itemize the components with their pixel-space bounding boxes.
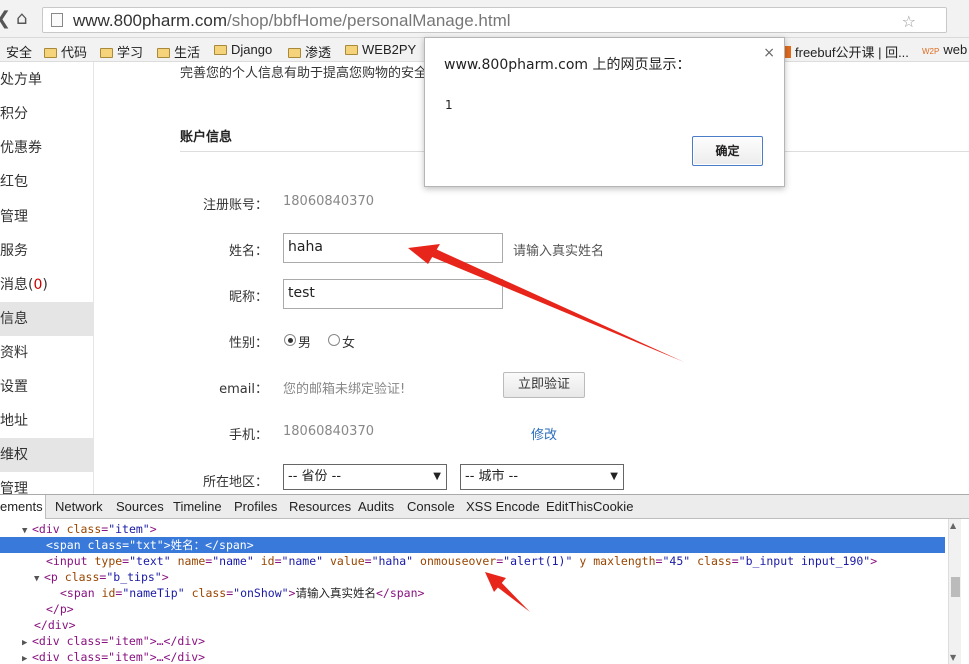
dom-node[interactable]: ▼ <div class="item"> [0, 521, 945, 537]
bookmark-folder[interactable]: WEB2PY [345, 42, 416, 57]
account-label: 注册账号： [202, 198, 268, 213]
dom-node[interactable]: </p> [0, 601, 945, 617]
gender-label: 性别： [228, 336, 268, 351]
bookmark-folder[interactable]: 渗透 [288, 42, 331, 61]
bookmark-folder[interactable]: 学习 [100, 42, 143, 61]
dom-node[interactable]: </div> [0, 617, 945, 633]
sidebar-item-info[interactable]: 信息 [0, 302, 94, 336]
sidebar-item-rights[interactable]: 维权 [0, 438, 94, 472]
gender-female-radio[interactable] [328, 334, 340, 346]
gender-male-radio[interactable] [284, 334, 296, 346]
dom-node[interactable]: ▶ <div class="item">…</div> [0, 649, 945, 664]
dropdown-caret-icon: ▼ [610, 471, 618, 482]
tab-timeline[interactable]: Timeline [173, 499, 222, 514]
bookmark-item[interactable]: W2P web [922, 42, 967, 57]
bookmark-star-icon[interactable]: ☆ [902, 12, 916, 31]
sidebar-menu: 处方单 积分 优惠券 红包 管理 服务 消息(0) 信息 资料 设置 地址 维权… [0, 62, 94, 494]
tab-sources[interactable]: Sources [116, 499, 164, 514]
sidebar-item-manage[interactable]: 管理 [0, 200, 94, 234]
tab-profiles[interactable]: Profiles [234, 499, 277, 514]
name-input[interactable]: haha [283, 233, 503, 263]
intro-text: 完善您的个人信息有助于提高您购物的安全 [180, 66, 428, 81]
verify-email-button[interactable]: 立即验证 [503, 372, 585, 398]
sidebar-item-coupons[interactable]: 优惠券 [0, 131, 94, 165]
email-label: email： [219, 382, 268, 397]
home-icon[interactable]: ⌂ [16, 9, 27, 29]
devtools-tabbar: ements Network Sources Timeline Profiles… [0, 495, 969, 519]
dom-tree: ▼ <div class="item"> <span class="txt">姓名… [0, 519, 948, 664]
browser-window: ❮ ⌂ www.800pharm.com/shop/bbfHome/person… [0, 0, 969, 664]
dom-node-selected[interactable]: <span class="txt">姓名：</span> [0, 537, 945, 553]
alert-dialog: www.800pharm.com 上的网页显示： × 1 确定 [424, 37, 785, 187]
folder-icon [288, 48, 301, 58]
city-select[interactable]: -- 城市 -- ▼ [460, 464, 624, 490]
phone-label: 手机： [228, 428, 268, 443]
close-icon[interactable]: × [763, 45, 775, 61]
sidebar-item-messages[interactable]: 消息(0) [0, 268, 94, 302]
back-icon[interactable]: ❮ [0, 9, 11, 29]
folder-icon [44, 48, 57, 58]
dom-node[interactable]: ▶ <div class="item">…</div> [0, 633, 945, 649]
sidebar-item-service[interactable]: 服务 [0, 234, 94, 268]
gender-female-label: 女 [342, 336, 356, 351]
name-tip: 请输入真实姓名 [513, 244, 605, 259]
scroll-up-icon[interactable]: ▲ [950, 521, 956, 530]
dialog-message: 1 [445, 98, 453, 112]
tab-resources[interactable]: Resources [289, 499, 351, 514]
tab-audits[interactable]: Audits [358, 499, 394, 514]
bookmark-item[interactable]: 安全 [6, 42, 32, 61]
sidebar-item-redpacket[interactable]: 红包 [0, 165, 94, 199]
folder-icon [214, 45, 227, 55]
tab-console[interactable]: Console [407, 499, 455, 514]
tab-editthiscookie[interactable]: EditThisCookie [546, 499, 633, 514]
bookmark-folder[interactable]: 生活 [157, 42, 200, 61]
modify-phone-link[interactable]: 修改 [531, 424, 557, 443]
nickname-input[interactable]: test [283, 279, 503, 309]
tab-network[interactable]: Network [55, 499, 103, 514]
phone-value: 18060840370 [283, 424, 374, 439]
url-path: /shop/bbfHome/personalManage.html [227, 11, 511, 30]
tab-xss-encode[interactable]: XSS Encode [466, 499, 540, 514]
sidebar-item-address[interactable]: 地址 [0, 404, 94, 438]
province-select[interactable]: -- 省份 -- ▼ [283, 464, 447, 490]
dom-node[interactable]: <span id="nameTip" class="onShow">请输入真实姓… [0, 585, 945, 601]
sidebar-item-prescription[interactable]: 处方单 [0, 63, 94, 97]
ok-button[interactable]: 确定 [692, 136, 763, 166]
url-domain: www.800pharm.com [73, 11, 228, 30]
sidebar-item-settings[interactable]: 设置 [0, 370, 94, 404]
page-icon [51, 13, 63, 27]
bookmark-folder[interactable]: Django [214, 42, 272, 57]
scrollbar-thumb[interactable] [951, 577, 960, 597]
dom-node[interactable]: ▼ <p class="b_tips"> [0, 569, 945, 585]
section-title: 账户信息 [180, 130, 233, 145]
devtools-panel: ements Network Sources Timeline Profiles… [0, 494, 969, 664]
sidebar-item-manage-2[interactable]: 管理 [0, 472, 94, 494]
address-bar[interactable]: www.800pharm.com/shop/bbfHome/personalMa… [42, 7, 947, 33]
region-label: 所在地区： [202, 475, 268, 490]
gender-male-label: 男 [298, 336, 312, 351]
sidebar-item-points[interactable]: 积分 [0, 97, 94, 131]
scroll-down-icon[interactable]: ▼ [950, 653, 956, 662]
dialog-title: www.800pharm.com 上的网页显示： [444, 57, 691, 73]
dropdown-caret-icon: ▼ [433, 471, 441, 482]
email-status: 您的邮箱未绑定验证! [283, 382, 406, 397]
folder-icon [100, 48, 113, 58]
bookmark-folder[interactable]: 代码 [44, 42, 87, 61]
dom-node[interactable]: <input type="text" name="name" id="name"… [0, 553, 945, 569]
address-toolbar: ❮ ⌂ www.800pharm.com/shop/bbfHome/person… [0, 0, 969, 38]
name-label: 姓名： [228, 244, 268, 259]
account-value: 18060840370 [283, 194, 374, 209]
sidebar-item-profile[interactable]: 资料 [0, 336, 94, 370]
tab-elements[interactable]: ements [0, 495, 46, 519]
devtools-scrollbar[interactable]: ▲ ▼ [948, 519, 961, 664]
bookmark-item[interactable]: freebuf公开课 | 回... [783, 42, 909, 61]
url-text: www.800pharm.com/shop/bbfHome/personalMa… [73, 11, 511, 31]
folder-icon [345, 45, 358, 55]
folder-icon [157, 48, 170, 58]
nickname-label: 昵称： [228, 290, 268, 305]
web2py-icon: W2P [922, 47, 940, 56]
